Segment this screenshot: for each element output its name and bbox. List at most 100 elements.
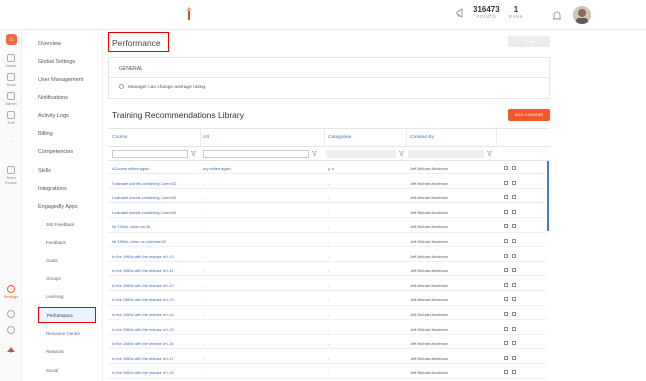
table-row[interactable]: In the 1960s with the release of L18- - Je… xyxy=(108,366,546,379)
delete-icon[interactable] xyxy=(512,297,516,302)
menu-sub-resource-centre[interactable]: Resource Centre xyxy=(46,331,80,336)
table-row[interactable]: ACourse edited again hry edited again y, h… xyxy=(108,162,546,175)
bell-icon[interactable] xyxy=(551,10,563,22)
app-logo-icon[interactable] xyxy=(182,6,196,22)
url-filter-input[interactable] xyxy=(203,150,309,158)
menu-item-notifications[interactable]: Notifications xyxy=(38,95,68,101)
url-cell[interactable]: - xyxy=(203,254,313,259)
column-header-categories[interactable]: Categories xyxy=(328,135,351,140)
delete-icon[interactable] xyxy=(512,253,516,258)
rail-item-team-evolve[interactable]: Team Evolve xyxy=(0,166,22,185)
categories-filter-input[interactable] xyxy=(326,150,396,158)
edit-icon[interactable] xyxy=(504,370,508,375)
course-cell[interactable]: In the 1960s with the release of L17 xyxy=(112,356,198,361)
menu-item-activity-logs[interactable]: Activity Logs xyxy=(38,113,69,119)
edit-icon[interactable] xyxy=(504,282,508,287)
edit-icon[interactable] xyxy=(504,166,508,170)
course-cell[interactable]: he 1500s, when an unknown35 xyxy=(112,239,198,244)
radio-icon[interactable] xyxy=(119,84,124,89)
url-cell[interactable]: - xyxy=(203,224,313,229)
edit-icon[interactable] xyxy=(504,297,508,302)
course-cell[interactable]: f ustraaet sheets containing Lorem33 xyxy=(112,195,198,200)
delete-icon[interactable] xyxy=(512,209,516,214)
url-cell[interactable]: - xyxy=(203,327,313,332)
table-row[interactable]: In the 1960s with the release of L13- - Je… xyxy=(108,293,546,306)
rail-item-more[interactable]: ... xyxy=(0,138,22,143)
column-header-created-by[interactable]: Created By xyxy=(410,135,434,140)
menu-item-global-settings[interactable]: Global Settings xyxy=(38,59,75,65)
delete-icon[interactable] xyxy=(512,355,516,360)
filter-icon[interactable] xyxy=(312,151,317,156)
menu-sub-feedback[interactable]: Feedback xyxy=(46,240,66,245)
rail-item-team[interactable]: Team xyxy=(0,73,22,87)
user-avatar[interactable] xyxy=(573,6,591,24)
table-row[interactable]: In the 1960s with the release of L17- - Je… xyxy=(108,352,546,365)
table-row[interactable]: In the 1960s with the release of L14- - Je… xyxy=(108,308,546,321)
table-row[interactable]: f ustraaet sheets containing Lorem34- - Je… xyxy=(108,206,546,219)
rail-item-settings[interactable]: Settings xyxy=(0,285,22,299)
delete-icon[interactable] xyxy=(512,180,516,185)
menu-sub-360-feedback[interactable]: 360 Feedback xyxy=(46,222,75,227)
menu-item-integrations[interactable]: Integrations xyxy=(38,186,67,192)
menu-sub-social[interactable]: Social xyxy=(46,368,58,373)
column-header-url[interactable]: Url xyxy=(203,135,209,140)
delete-icon[interactable] xyxy=(512,341,516,346)
url-cell[interactable]: - xyxy=(203,283,313,288)
general-option-row[interactable]: Manager can change average rating xyxy=(109,78,549,96)
created-by-filter-input[interactable] xyxy=(408,150,484,158)
table-row[interactable]: he 1500s, when an unknown35- - Jeff Michae… xyxy=(108,235,546,248)
table-row[interactable]: he 1200s, when an 36- - Jeff Michael Ander… xyxy=(108,220,546,233)
table-row[interactable]: In the 1960s with the release of L11- - Je… xyxy=(108,264,546,277)
edit-icon[interactable] xyxy=(504,341,508,346)
url-cell[interactable]: - xyxy=(203,312,313,317)
delete-icon[interactable] xyxy=(512,370,516,375)
url-cell[interactable]: - xyxy=(203,195,313,200)
table-row[interactable]: In the 1960s with the release of L15- - Je… xyxy=(108,323,546,335)
edit-icon[interactable] xyxy=(504,253,508,258)
delete-icon[interactable] xyxy=(512,239,516,243)
course-cell[interactable]: f ustraaet sheets containing Lorem32 xyxy=(112,181,198,186)
menu-item-user-management[interactable]: User Management xyxy=(38,77,83,83)
menu-item-overview[interactable]: Overview xyxy=(38,41,61,47)
rail-item-admin[interactable]: Admin xyxy=(0,92,22,106)
menu-sub-performance-active[interactable]: Performance xyxy=(38,307,96,323)
url-cell[interactable]: - xyxy=(203,356,313,361)
column-header-course[interactable]: Course xyxy=(112,135,127,140)
delete-icon[interactable] xyxy=(512,282,516,287)
table-row[interactable]: f ustraaet sheets containing Lorem32- - Je… xyxy=(108,177,546,189)
course-cell[interactable]: ACourse edited again xyxy=(112,166,198,171)
table-row[interactable]: In the 1960s with the release of L10- - Je… xyxy=(108,250,546,262)
course-cell[interactable]: In the 1960s with the release of L18 xyxy=(112,370,198,375)
edit-icon[interactable] xyxy=(504,355,508,360)
url-cell[interactable]: - xyxy=(203,370,313,375)
table-row[interactable]: f ustraaet sheets containing Lorem33- - Je… xyxy=(108,191,546,204)
menu-sub-learning[interactable]: Learning xyxy=(46,294,64,299)
course-cell[interactable]: he 1200s, when an 36 xyxy=(112,224,198,229)
edit-icon[interactable] xyxy=(504,209,508,214)
table-row[interactable]: In the 1960s with the release of L12- - Je… xyxy=(108,279,546,292)
filter-icon[interactable] xyxy=(487,151,492,156)
delete-icon[interactable] xyxy=(512,166,516,170)
course-cell[interactable]: In the 1960s with the release of L11 xyxy=(112,268,198,273)
add-course-button[interactable]: ADD COURSE xyxy=(508,109,550,121)
edit-icon[interactable] xyxy=(504,268,508,273)
course-cell[interactable]: In the 1960s with the release of L15 xyxy=(112,327,198,332)
delete-icon[interactable] xyxy=(512,312,516,316)
delete-icon[interactable] xyxy=(512,195,516,200)
rail-item-brand[interactable] xyxy=(0,346,22,355)
delete-icon[interactable] xyxy=(512,268,516,273)
menu-sub-groups[interactable]: Groups xyxy=(46,276,61,281)
megaphone-icon[interactable] xyxy=(455,7,467,19)
course-cell[interactable]: In the 1960s with the release of L12 xyxy=(112,283,198,288)
delete-icon[interactable] xyxy=(512,224,516,229)
url-cell[interactable]: - xyxy=(203,297,313,302)
edit-icon[interactable] xyxy=(504,195,508,200)
rail-item-upload[interactable] xyxy=(0,310,22,319)
course-cell[interactable]: In the 1960s with the release of L13 xyxy=(112,297,198,302)
menu-item-skills[interactable]: Skills xyxy=(38,168,51,174)
course-cell[interactable]: In the 1960s with the release of L14 xyxy=(112,312,198,317)
rail-item-home[interactable]: Home xyxy=(0,54,22,68)
edit-icon[interactable] xyxy=(504,224,508,229)
edit-icon[interactable] xyxy=(504,312,508,316)
edit-icon[interactable] xyxy=(504,239,508,243)
